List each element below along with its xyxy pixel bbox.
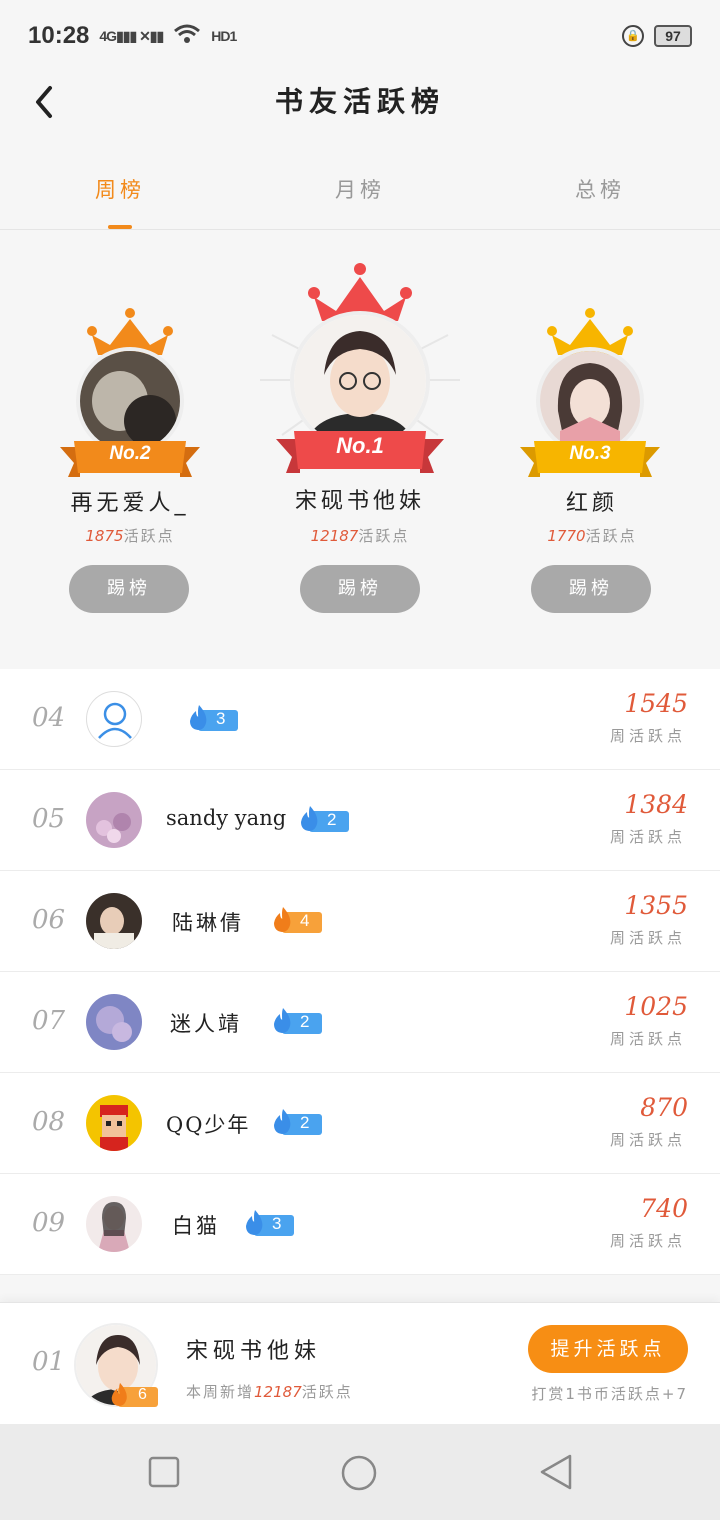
score-unit: 周活跃点 xyxy=(609,929,686,947)
rank-badge: No.2 xyxy=(109,443,151,464)
podium-name: 宋砚书他妹 xyxy=(294,489,425,514)
level-badge: 4 xyxy=(270,907,322,933)
podium-name: 红颜 xyxy=(565,491,618,516)
user-name: 陆琳倩 xyxy=(172,911,244,935)
score: 1025 xyxy=(624,992,688,1021)
flame-icon xyxy=(301,806,318,831)
podium: No.1 宋砚书他妹 12187活跃点 踢榜 No.2 再无爱人_ 1875活跃… xyxy=(0,231,720,653)
list-item[interactable]: 06 陆琳倩 4 1355 周活跃点 xyxy=(0,871,720,972)
status-bar: 10:28 4G▮▮▮ ✕▮▮ HD1 🔒 97 xyxy=(0,0,720,72)
tab-total[interactable]: 总榜 xyxy=(480,150,720,229)
back-nav-icon[interactable] xyxy=(538,1452,574,1492)
my-name: 宋砚书他妹 xyxy=(186,1339,322,1364)
avatar[interactable] xyxy=(86,893,142,949)
hd-icon: HD1 xyxy=(211,28,237,44)
list-item[interactable]: 08 QQ少年 2 870 周活跃点 xyxy=(0,1073,720,1174)
rank-number: 08 xyxy=(32,1107,66,1137)
level-badge: 2 xyxy=(270,1109,322,1135)
list-item[interactable]: 09 白猫 3 740 周活跃点 xyxy=(0,1174,720,1275)
flame-icon xyxy=(274,1008,291,1033)
flame-icon xyxy=(246,1210,263,1235)
podium-points: 1770活跃点 xyxy=(547,527,637,545)
list-item[interactable]: 05 sandy yang 2 1384 周活跃点 xyxy=(0,770,720,871)
score-unit: 周活跃点 xyxy=(609,1232,686,1250)
flame-icon xyxy=(111,1382,127,1406)
rotation-lock-icon: 🔒 xyxy=(622,25,644,47)
avatar[interactable] xyxy=(86,691,142,747)
avatar[interactable] xyxy=(86,1196,142,1252)
avatar[interactable] xyxy=(86,994,142,1050)
wifi-icon xyxy=(173,23,201,50)
status-time: 10:28 xyxy=(28,22,90,49)
level-badge: 3 xyxy=(186,705,238,731)
my-level-badge: 6 xyxy=(108,1382,158,1409)
recent-apps-icon[interactable] xyxy=(148,1456,180,1488)
flame-icon xyxy=(190,705,207,730)
level-badge: 3 xyxy=(242,1210,294,1236)
user-name: 迷人靖 xyxy=(170,1012,242,1036)
home-icon[interactable] xyxy=(340,1454,378,1492)
score-unit: 周活跃点 xyxy=(609,1131,686,1149)
rank-number: 05 xyxy=(32,804,66,834)
avatar[interactable] xyxy=(86,792,142,848)
my-rank-number: 01 xyxy=(32,1347,66,1377)
system-nav-bar xyxy=(0,1424,720,1520)
ranking-tabs: 周榜 月榜 总榜 xyxy=(0,150,720,230)
score-unit: 周活跃点 xyxy=(609,828,686,846)
avatar[interactable] xyxy=(86,1095,142,1151)
flame-icon xyxy=(274,1109,291,1134)
score: 1355 xyxy=(624,891,688,920)
app-header: 书友活跃榜 xyxy=(0,72,720,132)
score: 1384 xyxy=(624,790,688,819)
rank-list: 04 3 1545 周活跃点 05 sandy yang 2 1384 周活跃点 xyxy=(0,669,720,1275)
flame-icon xyxy=(274,907,291,932)
page-title: 书友活跃榜 xyxy=(274,85,445,118)
default-user-icon xyxy=(98,702,132,739)
rank-number: 09 xyxy=(32,1208,66,1238)
tab-weekly[interactable]: 周榜 xyxy=(0,150,240,229)
battery-icon: 97 xyxy=(654,25,692,47)
score: 1545 xyxy=(624,689,688,718)
score-unit: 周活跃点 xyxy=(609,727,686,745)
list-item[interactable]: 07 迷人靖 2 1025 周活跃点 xyxy=(0,972,720,1073)
my-rank-bar: 01 6 宋砚书他妹 本周新增12187活跃点 提升活跃点 打赏1书币活跃点+7 xyxy=(0,1302,720,1424)
kick-button[interactable]: 踢榜 xyxy=(69,565,189,613)
kick-button[interactable]: 踢榜 xyxy=(531,565,651,613)
level-badge: 2 xyxy=(270,1008,322,1034)
podium-points: 12187活跃点 xyxy=(310,527,410,545)
rank-number: 06 xyxy=(32,905,66,935)
signal-icon: 4G▮▮▮ ✕▮▮ xyxy=(99,27,164,44)
podium-name: 再无爱人_ xyxy=(70,491,190,516)
list-item[interactable]: 04 3 1545 周活跃点 xyxy=(0,669,720,770)
rank-badge: No.1 xyxy=(336,433,384,458)
my-weekly-points: 本周新增12187活跃点 xyxy=(186,1383,353,1401)
user-name: sandy yang xyxy=(166,806,287,830)
score-unit: 周活跃点 xyxy=(609,1030,686,1048)
rank-number: 07 xyxy=(32,1006,66,1036)
user-name: QQ少年 xyxy=(166,1113,251,1137)
boost-activity-button[interactable]: 提升活跃点 xyxy=(528,1325,688,1373)
score: 870 xyxy=(640,1093,688,1122)
reward-tip: 打赏1书币活跃点+7 xyxy=(531,1385,688,1403)
rank-number: 04 xyxy=(32,703,66,733)
podium-points: 1875活跃点 xyxy=(85,527,175,545)
score: 740 xyxy=(640,1194,688,1223)
rank-badge: No.3 xyxy=(569,443,611,464)
kick-button[interactable]: 踢榜 xyxy=(300,565,420,613)
user-name: 白猫 xyxy=(172,1214,220,1238)
level-badge: 2 xyxy=(297,806,349,832)
tab-monthly[interactable]: 月榜 xyxy=(240,150,480,229)
